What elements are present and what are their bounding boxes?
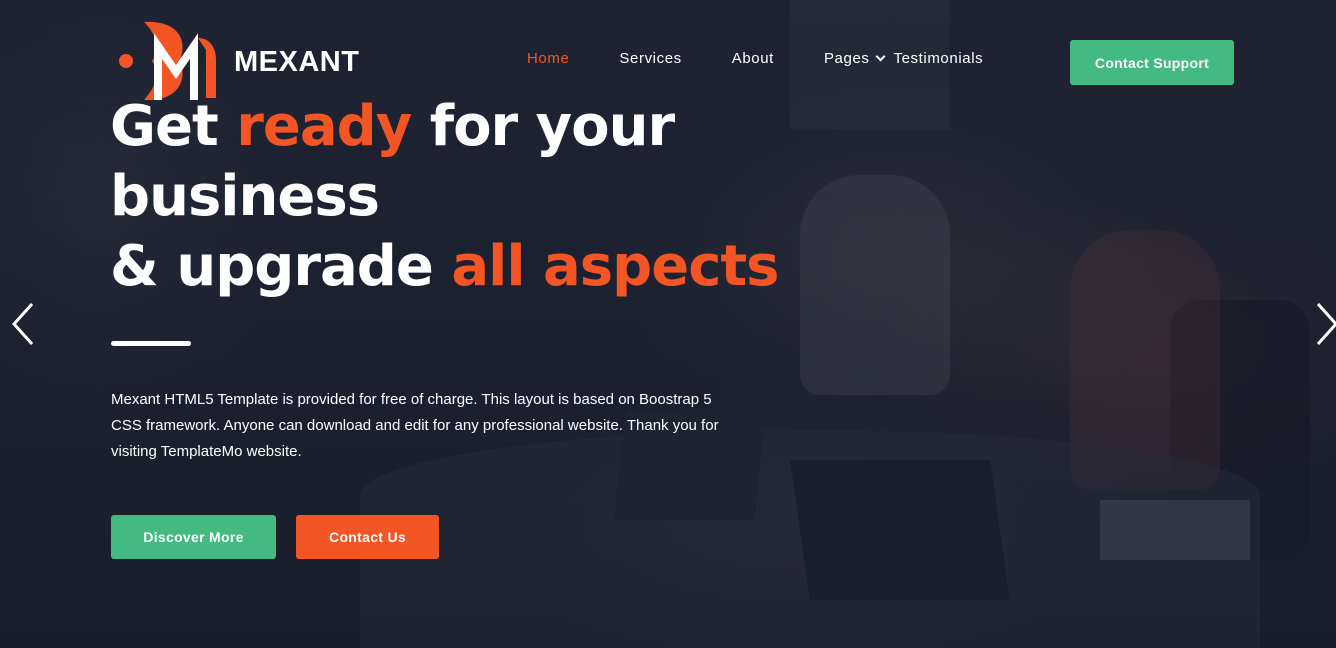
nav-item-pages-label: Pages [823,50,870,67]
brand-name: MEXANT [234,45,360,78]
nav-item-testimonials[interactable]: Testimonials [894,50,984,67]
hero-description: Mexant HTML5 Template is provided for fr… [111,391,719,460]
hero-headline: Get ready for your business & upgrade al… [110,92,810,302]
headline-accent: ready [236,94,412,159]
nav-item-about[interactable]: About [732,50,774,67]
contact-support-button[interactable]: Contact Support [1070,40,1234,85]
brand-logo-icon [118,20,218,102]
nav-item-home[interactable]: Home [527,50,569,67]
contact-us-button[interactable]: Contact Us [296,515,439,559]
main-nav: Home Services About Pages Testimonials [527,50,1033,67]
headline-text: Get [110,94,237,159]
headline-divider [111,341,191,346]
headline-accent: all aspects [451,234,779,299]
nav-item-pages[interactable]: Pages [823,50,885,67]
nav-item-services[interactable]: Services [619,50,681,67]
discover-more-button[interactable]: Discover More [111,515,276,559]
chevron-right-icon[interactable] [1310,300,1336,348]
chevron-down-icon [875,51,885,61]
chevron-left-icon[interactable] [8,300,38,348]
brand-logo-link[interactable]: MEXANT [118,20,359,102]
headline-text: & upgrade [110,234,452,299]
